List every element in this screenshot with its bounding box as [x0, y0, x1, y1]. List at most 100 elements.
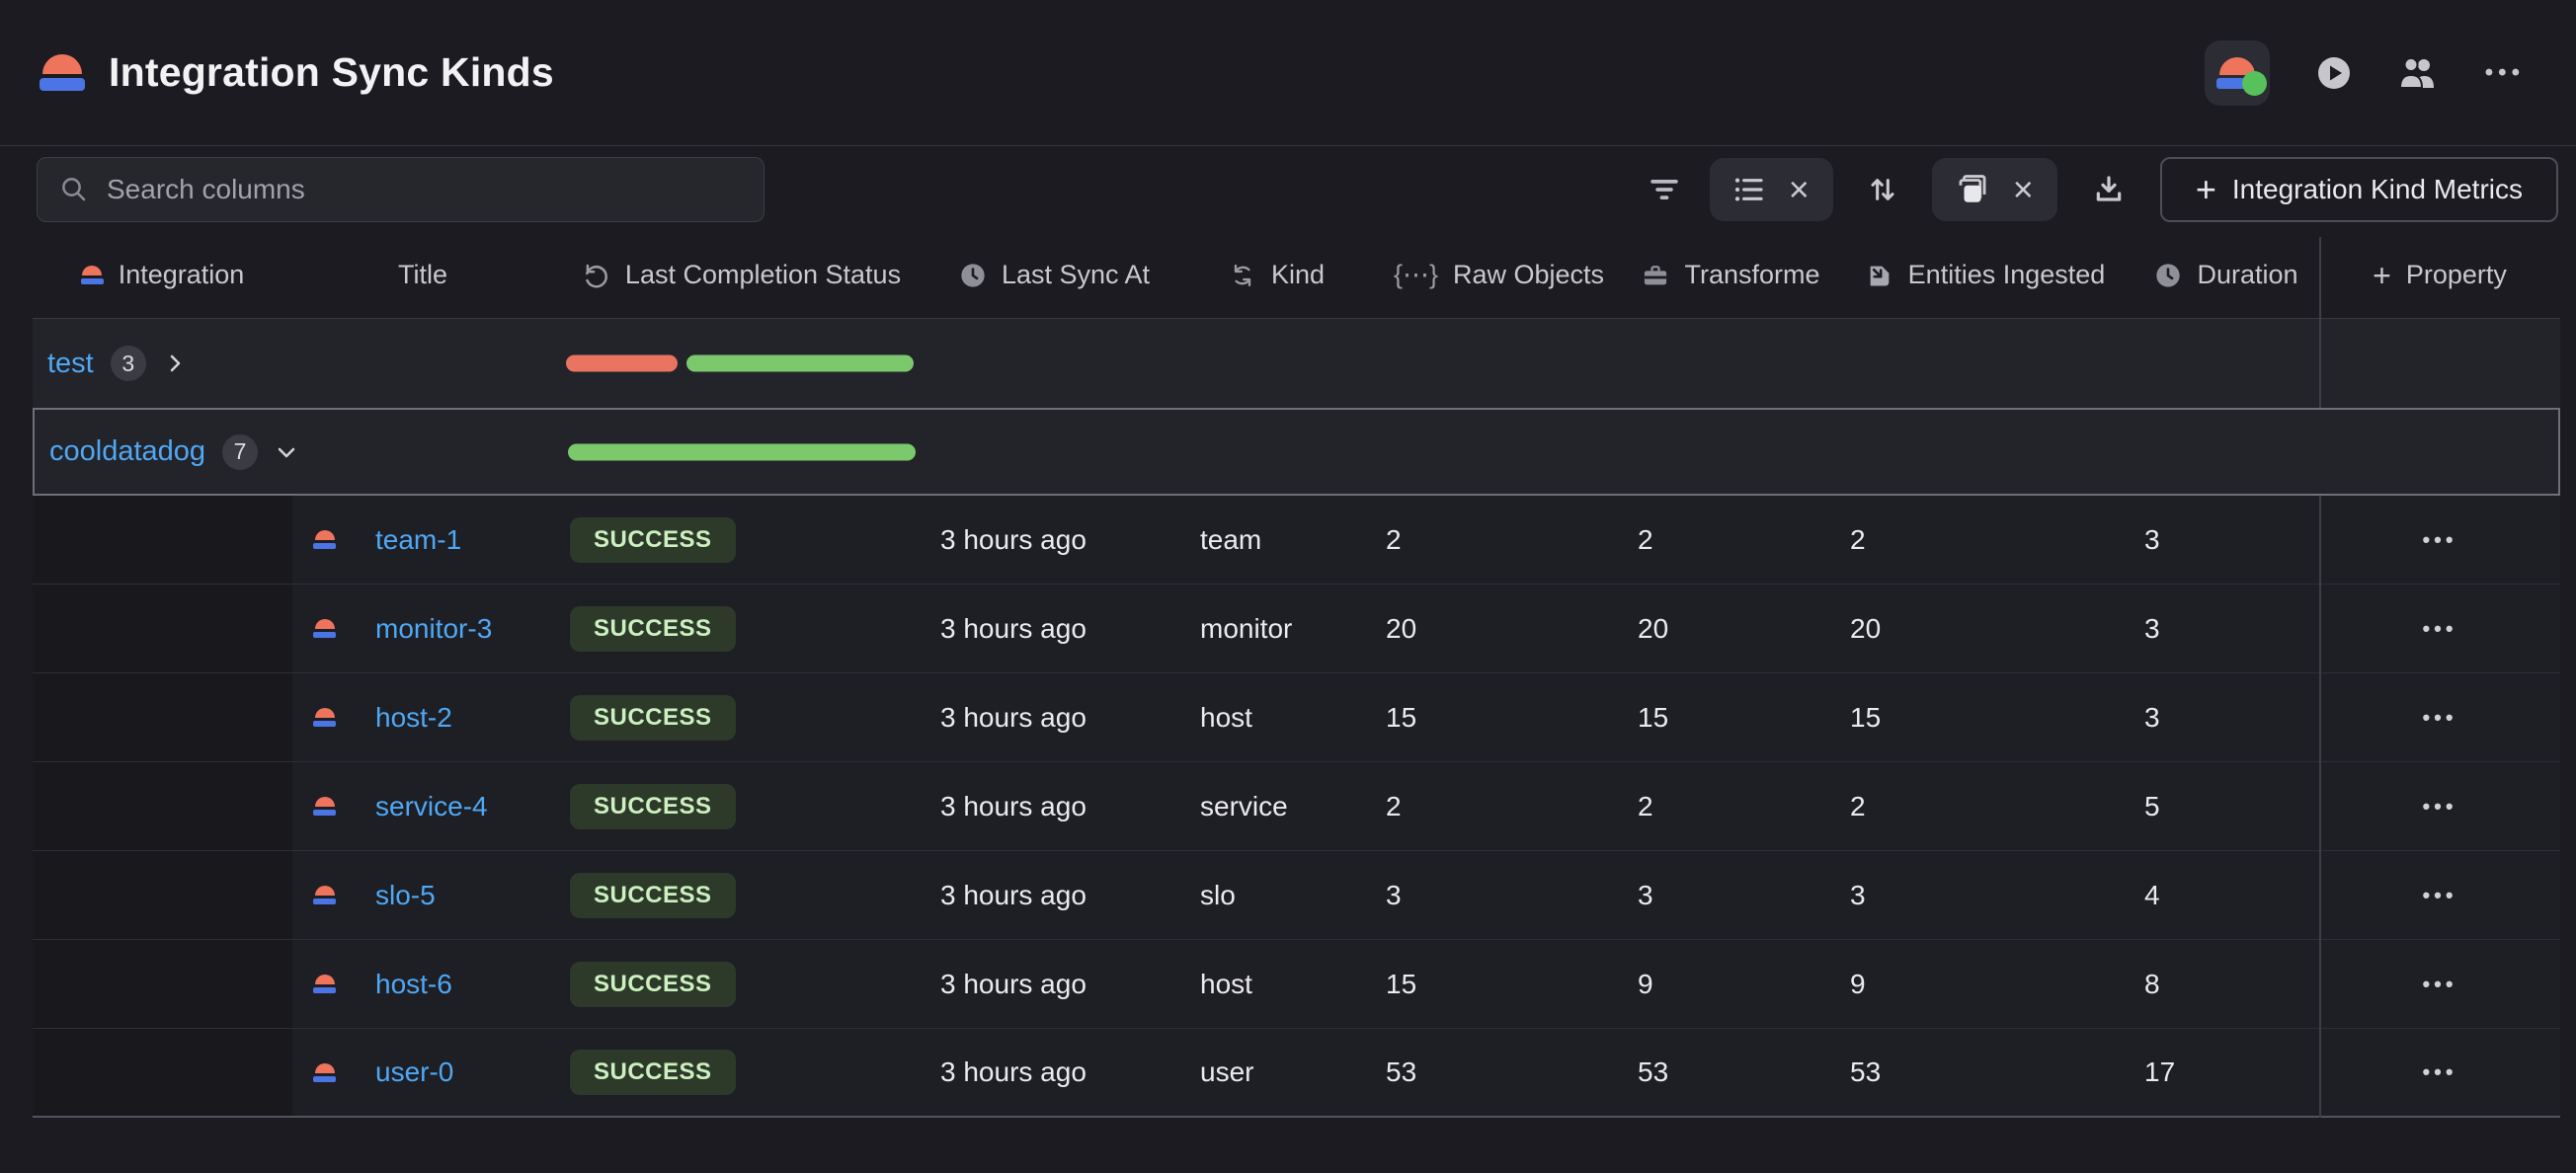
row-actions-button[interactable]: ••• [2422, 1059, 2456, 1085]
column-header-entities-ingested[interactable]: Entities Ingested [1837, 232, 2133, 318]
more-options-button[interactable]: ••• [2485, 59, 2525, 87]
filter-button[interactable] [1641, 158, 1688, 221]
port-logo-online-icon [2216, 57, 2258, 89]
sort-button[interactable] [1855, 158, 1910, 221]
row-title-link[interactable]: user-0 [375, 1056, 453, 1088]
clock-icon [959, 262, 987, 289]
duration-cell: 17 [2133, 1029, 2319, 1116]
column-header-integration[interactable]: Integration [33, 232, 292, 318]
search-input[interactable] [107, 174, 742, 205]
title-cell: monitor-3 [292, 585, 553, 672]
search-box[interactable] [37, 157, 765, 222]
row-actions-button[interactable]: ••• [2422, 705, 2456, 731]
raw-objects-cell: 53 [1373, 1029, 1625, 1116]
group-row-test[interactable]: test 3 [33, 318, 2560, 408]
row-actions-button[interactable]: ••• [2422, 794, 2456, 820]
group-row-cooldatadog[interactable]: cooldatadog 7 [33, 408, 2560, 496]
status-bar-success [568, 443, 916, 460]
raw-objects-cell: 2 [1373, 496, 1625, 584]
row-actions-button[interactable]: ••• [2422, 972, 2456, 997]
port-logo-icon [313, 619, 336, 638]
column-header-raw-objects[interactable]: {⋯} Raw Objects [1373, 232, 1625, 318]
entities-ingested-cell: 2 [1837, 762, 2133, 850]
raw-objects-cell: 2 [1373, 762, 1625, 850]
entities-ingested-cell: 2 [1837, 496, 2133, 584]
sync-cycle-icon [1229, 262, 1256, 289]
status-badge: SUCCESS [570, 962, 736, 1007]
table-row: monitor-3 SUCCESS 3 hours ago monitor 20… [33, 585, 2560, 673]
row-title-link[interactable]: slo-5 [375, 880, 436, 911]
ellipsis-icon: ••• [2485, 59, 2525, 87]
add-property-button[interactable]: + Property [2319, 232, 2560, 318]
row-title-link[interactable]: host-6 [375, 969, 452, 1000]
indent-cell [33, 585, 292, 672]
actions-cell: ••• [2319, 1029, 2560, 1116]
indent-cell [33, 673, 292, 761]
toolbox-icon [1642, 262, 1669, 289]
row-actions-button[interactable]: ••• [2422, 883, 2456, 908]
group-link[interactable]: test [47, 348, 94, 380]
clear-list-icon[interactable]: × [1789, 172, 1810, 207]
transformed-cell: 2 [1625, 762, 1837, 850]
toolbar-right: × × + Integration Kind Metrics [1641, 157, 2558, 222]
kind-cell: monitor [1180, 585, 1373, 672]
title-cell: team-1 [292, 496, 553, 584]
group-link[interactable]: cooldatadog [49, 435, 205, 468]
transformed-cell: 3 [1625, 851, 1837, 939]
actions-cell: ••• [2319, 851, 2560, 939]
column-header-transformed[interactable]: Transforme [1625, 232, 1837, 318]
column-header-kind[interactable]: Kind [1180, 232, 1373, 318]
page-title: Integration Sync Kinds [109, 49, 554, 96]
raw-objects-cell: 15 [1373, 940, 1625, 1028]
status-bar-failure [566, 355, 678, 372]
row-title-link[interactable]: team-1 [375, 524, 461, 556]
port-logo-icon [313, 530, 336, 549]
column-header-title[interactable]: Title [292, 232, 553, 318]
port-logo-icon [81, 266, 104, 284]
download-button[interactable] [2079, 158, 2138, 221]
table-row: host-6 SUCCESS 3 hours ago host 15 9 9 8… [33, 940, 2560, 1029]
status-cell: SUCCESS [553, 940, 928, 1028]
row-actions-button[interactable]: ••• [2422, 616, 2456, 642]
indent-cell [33, 940, 292, 1028]
row-title-link[interactable]: monitor-3 [375, 613, 492, 645]
status-badge: SUCCESS [570, 1050, 736, 1095]
group-row-left: cooldatadog 7 [49, 434, 298, 470]
play-button[interactable] [2317, 56, 2351, 90]
duration-cell: 4 [2133, 851, 2319, 939]
table-row: user-0 SUCCESS 3 hours ago user 53 53 53… [33, 1029, 2560, 1118]
group-by-chip[interactable]: × [1932, 158, 2057, 221]
search-icon [59, 175, 89, 204]
column-header-duration[interactable]: Duration [2133, 232, 2319, 318]
raw-objects-cell: 20 [1373, 585, 1625, 672]
chevron-right-icon[interactable] [163, 352, 187, 375]
entities-ingested-cell: 9 [1837, 940, 2133, 1028]
last-sync-cell: 3 hours ago [928, 940, 1180, 1028]
indent-cell [33, 1029, 292, 1116]
history-icon [581, 261, 610, 290]
column-header-last-completion-status[interactable]: Last Completion Status [553, 232, 928, 318]
metrics-button-label: Integration Kind Metrics [2232, 174, 2523, 205]
row-title-link[interactable]: service-4 [375, 791, 488, 822]
chevron-down-icon[interactable] [275, 440, 298, 464]
entities-ingested-cell: 3 [1837, 851, 2133, 939]
filter-icon [1650, 175, 1679, 204]
title-cell: slo-5 [292, 851, 553, 939]
users-button[interactable] [2398, 56, 2438, 90]
plus-icon: + [2196, 172, 2216, 207]
column-header-last-sync-at[interactable]: Last Sync At [928, 232, 1180, 318]
port-logo-icon [313, 797, 336, 816]
last-sync-cell: 3 hours ago [928, 1029, 1180, 1116]
clear-group-by-icon[interactable]: × [2013, 172, 2034, 207]
add-integration-kind-metrics-button[interactable]: + Integration Kind Metrics [2160, 157, 2558, 222]
row-title-link[interactable]: host-2 [375, 702, 452, 734]
last-sync-cell: 3 hours ago [928, 762, 1180, 850]
row-actions-button[interactable]: ••• [2422, 527, 2456, 553]
port-logo-icon [313, 975, 336, 993]
port-logo-icon [313, 886, 336, 904]
view-list-chip[interactable]: × [1710, 158, 1833, 221]
entities-ingested-cell: 15 [1837, 673, 2133, 761]
kind-cell: service [1180, 762, 1373, 850]
org-logo-button[interactable] [2205, 40, 2270, 106]
title-cell: host-6 [292, 940, 553, 1028]
